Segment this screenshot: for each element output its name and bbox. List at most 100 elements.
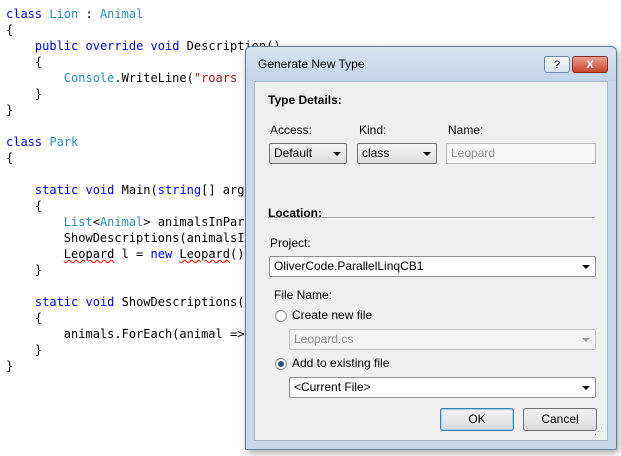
code-token: { — [6, 199, 43, 213]
cancel-button[interactable]: Cancel — [523, 408, 597, 431]
code-token: Animal — [99, 7, 144, 21]
code-line[interactable]: } — [6, 102, 13, 118]
existing-file-value: <Current File> — [294, 380, 371, 394]
code-token: Leopard — [179, 247, 230, 261]
chevron-down-icon — [582, 338, 590, 342]
code-line[interactable]: { — [6, 310, 42, 326]
code-token: static — [34, 295, 79, 309]
code-line[interactable]: public override void Description() — [6, 38, 281, 54]
dialog-content: Type Details: Access: Default Kind: clas… — [254, 81, 608, 441]
code-line[interactable]: } — [6, 342, 42, 358]
access-value: Default — [274, 146, 313, 160]
new-file-dropdown[interactable]: Leopard.cs — [289, 329, 596, 350]
code-line[interactable]: List<Animal> animalsInPark — [6, 214, 252, 230]
code-line[interactable]: { — [6, 22, 13, 38]
kind-dropdown[interactable]: class — [357, 143, 437, 164]
code-token: static — [34, 183, 79, 197]
code-line[interactable]: Console.WriteLine("roars a — [6, 70, 252, 86]
code-token: { — [6, 311, 43, 325]
code-token: class — [6, 7, 43, 21]
resize-grip-icon[interactable]: ⋰ — [594, 426, 603, 437]
code-token: Console — [63, 71, 115, 85]
help-button[interactable]: ? — [544, 56, 570, 73]
code-line[interactable]: { — [6, 198, 42, 214]
code-token: void — [85, 295, 115, 309]
project-value: OliverCode.ParallelLinqCB1 — [274, 259, 424, 273]
code-line[interactable]: animals.ForEach(animal => a — [6, 326, 259, 342]
code-line[interactable]: static void Main(string[] args — [6, 182, 252, 198]
dialog-title: Generate New Type — [258, 57, 365, 71]
code-token: : — [78, 7, 100, 21]
code-token: > animalsInPark — [143, 215, 252, 229]
code-line[interactable]: static void ShowDescriptions(Li — [6, 294, 259, 310]
code-token: Park — [49, 135, 79, 149]
code-token: new — [150, 247, 173, 261]
type-details-heading: Type Details: — [268, 93, 342, 107]
access-dropdown[interactable]: Default — [269, 143, 347, 164]
project-dropdown[interactable]: OliverCode.ParallelLinqCB1 — [269, 256, 596, 277]
code-token: Animal — [99, 215, 144, 229]
kind-label: Kind: — [359, 123, 387, 137]
code-token: void — [150, 39, 180, 53]
name-field[interactable]: Leopard — [446, 143, 596, 164]
code-line[interactable]: Leopard l = new Leopard(); — [6, 246, 252, 262]
code-token: Leopard — [63, 247, 115, 261]
ok-button[interactable]: OK — [440, 408, 514, 431]
chevron-down-icon — [582, 386, 590, 390]
dialog-titlebar[interactable]: Generate New Type ? X — [246, 47, 616, 81]
code-token: public — [34, 39, 79, 53]
code-line[interactable]: { — [6, 150, 13, 166]
add-to-existing-file-label[interactable]: Add to existing file — [292, 356, 389, 370]
code-token: class — [6, 135, 43, 149]
code-token: .WriteLine( — [114, 71, 194, 85]
name-label: Name: — [448, 123, 484, 137]
access-label: Access: — [270, 123, 313, 137]
code-token: } — [6, 359, 14, 373]
code-token: { — [6, 23, 14, 37]
chevron-down-icon — [333, 152, 341, 156]
code-token: "roars a — [193, 71, 252, 85]
code-token: animals.ForEach(animal => a — [6, 327, 259, 341]
add-to-existing-file-radio[interactable] — [275, 358, 287, 370]
code-token: l = — [114, 247, 151, 261]
code-line[interactable]: { — [6, 54, 42, 70]
close-button[interactable]: X — [572, 56, 608, 73]
kind-value: class — [362, 146, 390, 160]
code-line[interactable]: ShowDescriptions(animalsInP — [6, 230, 259, 246]
new-file-value: Leopard.cs — [294, 332, 354, 346]
chevron-down-icon — [423, 152, 431, 156]
project-label: Project: — [270, 236, 311, 250]
code-token: List — [63, 215, 93, 229]
location-heading: Location: — [268, 206, 322, 220]
code-token: { — [6, 55, 43, 69]
file-name-label: File Name: — [274, 288, 333, 302]
code-token: void — [85, 183, 115, 197]
code-line[interactable]: } — [6, 358, 13, 374]
create-new-file-radio[interactable] — [275, 310, 287, 322]
code-line[interactable]: } — [6, 262, 42, 278]
code-token: } — [6, 343, 43, 357]
code-token: { — [6, 151, 14, 165]
code-token: string — [157, 183, 202, 197]
create-new-file-label[interactable]: Create new file — [292, 308, 372, 322]
code-line[interactable]: class Park — [6, 134, 78, 150]
existing-file-dropdown[interactable]: <Current File> — [289, 377, 596, 398]
code-line[interactable]: class Lion : Animal — [6, 6, 143, 22]
generate-new-type-dialog: Generate New Type ? X Type Details: Acce… — [245, 46, 617, 450]
code-token: } — [6, 263, 43, 277]
code-line[interactable]: } — [6, 86, 42, 102]
chevron-down-icon — [582, 265, 590, 269]
code-token: } — [6, 103, 14, 117]
code-token: override — [85, 39, 144, 53]
code-token: < — [92, 215, 100, 229]
